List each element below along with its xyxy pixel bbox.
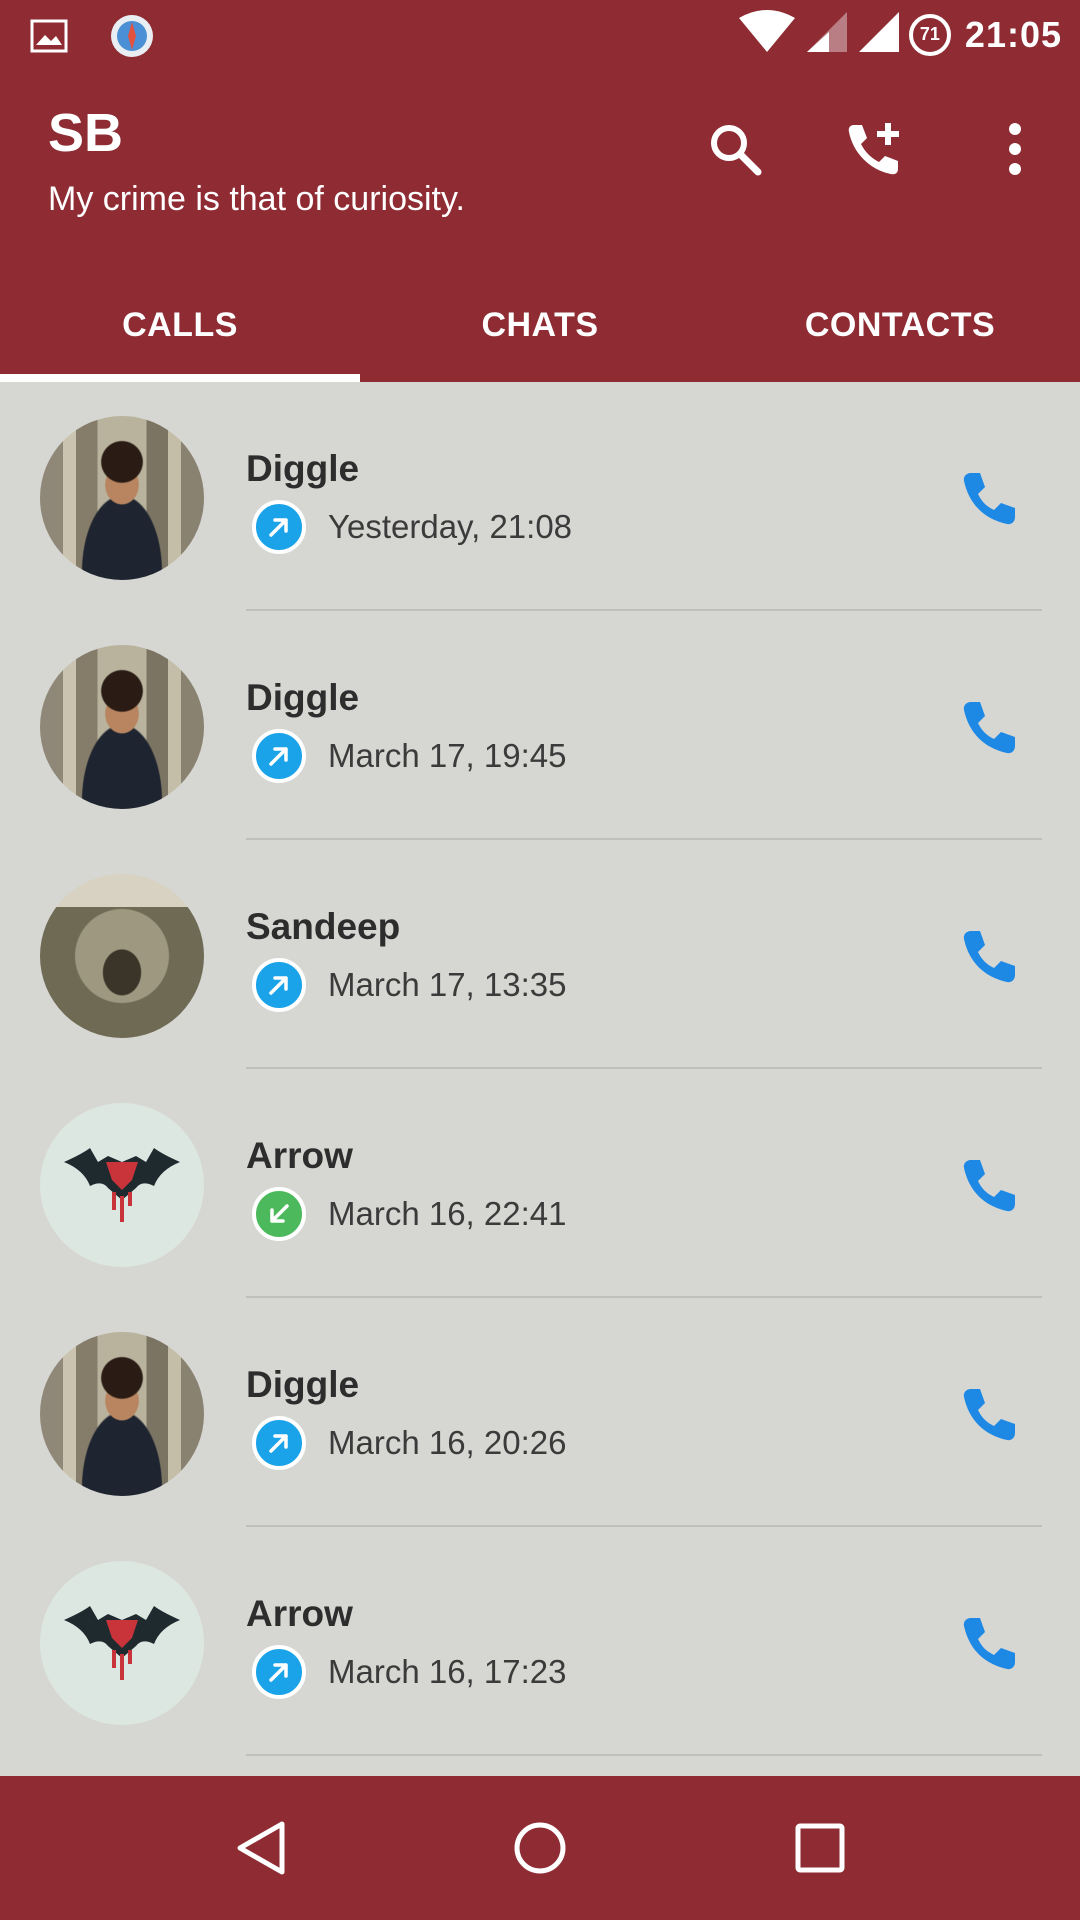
- app-title: SB: [48, 103, 124, 163]
- call-button[interactable]: [954, 1609, 1024, 1679]
- phone-icon: [963, 1160, 1015, 1212]
- contact-name: Arrow: [246, 1593, 353, 1634]
- navigation-bar: [0, 1776, 1080, 1920]
- call-button[interactable]: [954, 464, 1024, 534]
- phone-icon: [963, 1618, 1015, 1670]
- call-row[interactable]: Diggle March 16, 20:26: [0, 1298, 1080, 1527]
- call-time: March 16, 17:23: [328, 1653, 567, 1690]
- outgoing-call-icon: [252, 500, 306, 554]
- avatar[interactable]: [40, 645, 204, 809]
- call-button[interactable]: [954, 1151, 1024, 1221]
- call-time: March 17, 13:35: [328, 966, 567, 1003]
- outgoing-call-icon: [252, 1645, 306, 1699]
- divider: [246, 1754, 1042, 1756]
- phone-icon: [963, 1389, 1015, 1441]
- contact-name: Diggle: [246, 677, 360, 718]
- wifi-icon: [737, 10, 797, 59]
- incoming-call-icon: [252, 1187, 306, 1241]
- avatar[interactable]: [40, 1103, 204, 1267]
- call-button[interactable]: [954, 1380, 1024, 1450]
- outgoing-call-icon: [252, 1416, 306, 1470]
- browser-icon: [108, 12, 156, 65]
- call-meta: Yesterday, 21:08: [252, 500, 572, 554]
- call-row[interactable]: Arrow March 16, 17:23: [0, 1527, 1080, 1756]
- status-clock: 21:05: [964, 13, 1062, 55]
- avatar[interactable]: [40, 874, 204, 1038]
- outgoing-call-icon: [252, 729, 306, 783]
- call-time: March 17, 19:45: [328, 737, 567, 774]
- home-button[interactable]: [490, 1798, 590, 1898]
- avatar[interactable]: [40, 1332, 204, 1496]
- contact-name: Diggle: [246, 1364, 360, 1405]
- battery-level: 71: [919, 24, 940, 44]
- search-button[interactable]: [690, 114, 780, 184]
- call-row[interactable]: Sandeep March 17, 13:35: [0, 840, 1080, 1069]
- outgoing-call-icon: [252, 958, 306, 1012]
- app-bar: SB My crime is that of curiosity. CALLS …: [0, 72, 1080, 382]
- call-time: Yesterday, 21:08: [328, 508, 573, 545]
- call-time: March 16, 22:41: [328, 1195, 567, 1232]
- app-actions: [690, 114, 1060, 184]
- home-icon: [514, 1822, 566, 1874]
- call-meta: March 16, 17:23: [252, 1645, 566, 1699]
- more-options-button[interactable]: [970, 114, 1060, 184]
- tab-calls[interactable]: CALLS: [0, 268, 360, 382]
- call-list: Diggle Yesterday, 21:08 Diggle March 17,…: [0, 382, 1080, 1756]
- more-vert-icon: [1009, 123, 1021, 175]
- tab-chats[interactable]: CHATS: [360, 268, 720, 382]
- phone-icon: [963, 473, 1015, 525]
- recents-icon: [795, 1823, 845, 1873]
- call-button[interactable]: [954, 693, 1024, 763]
- back-icon: [237, 1821, 285, 1875]
- call-meta: March 16, 20:26: [252, 1416, 566, 1470]
- avatar[interactable]: [40, 416, 204, 580]
- contact-name: Diggle: [246, 448, 360, 489]
- app-subtitle: My crime is that of curiosity.: [48, 180, 465, 218]
- call-meta: March 17, 13:35: [252, 958, 566, 1012]
- bat-logo-icon: [64, 1148, 180, 1222]
- call-row[interactable]: Diggle March 17, 19:45: [0, 611, 1080, 840]
- add-call-button[interactable]: [830, 114, 920, 184]
- add-call-icon: [848, 123, 899, 175]
- battery-icon: 71: [908, 13, 951, 56]
- bat-logo-icon: [64, 1606, 180, 1680]
- tab-bar: CALLS CHATS CONTACTS: [0, 268, 1080, 382]
- contact-name: Arrow: [246, 1135, 353, 1176]
- contact-name: Sandeep: [246, 906, 401, 947]
- signal-icon: [857, 10, 901, 59]
- call-button[interactable]: [954, 922, 1024, 992]
- avatar[interactable]: [40, 1561, 204, 1725]
- call-row[interactable]: Arrow March 16, 22:41: [0, 1069, 1080, 1298]
- tab-contacts[interactable]: CONTACTS: [720, 268, 1080, 382]
- call-row[interactable]: Diggle Yesterday, 21:08: [0, 382, 1080, 611]
- recents-button[interactable]: [770, 1798, 870, 1898]
- phone-icon: [963, 702, 1015, 754]
- back-button[interactable]: [210, 1798, 310, 1898]
- call-meta: March 16, 22:41: [252, 1187, 566, 1241]
- call-meta: March 17, 19:45: [252, 729, 566, 783]
- phone-icon: [963, 931, 1015, 983]
- search-icon: [711, 125, 762, 176]
- gallery-icon: [30, 17, 68, 60]
- call-time: March 16, 20:26: [328, 1424, 567, 1461]
- signal-icon: [805, 10, 849, 59]
- status-bar: 71 21:05: [0, 0, 1080, 72]
